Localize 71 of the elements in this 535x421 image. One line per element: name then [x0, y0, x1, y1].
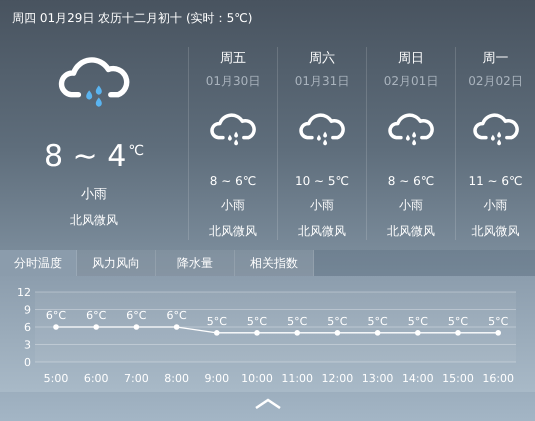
value-label: 6°C	[166, 309, 187, 322]
axis-label: 3	[24, 338, 31, 352]
axis-label: 13:00	[362, 372, 394, 385]
data-point	[53, 324, 59, 330]
value-label: 5°C	[287, 314, 308, 328]
value-label: 5°C	[206, 314, 227, 328]
day-date: 02月02日	[468, 73, 523, 90]
day-name: 周日	[398, 50, 424, 67]
temperature-range: 8 ~ 6℃	[210, 174, 256, 188]
data-point	[294, 330, 300, 336]
axis-label: 0	[24, 356, 31, 369]
data-point	[415, 330, 421, 336]
wind-text: 北风微风	[298, 223, 346, 240]
value-label: 6°C	[126, 309, 146, 322]
data-point	[134, 324, 140, 330]
axis-label: 9	[24, 304, 31, 316]
value-label: 6°C	[46, 309, 66, 322]
data-point	[495, 330, 501, 336]
data-point	[93, 324, 99, 330]
value-label: 6°C	[86, 309, 106, 322]
axis-label: 15:00	[442, 372, 474, 385]
tab[interactable]: 降水量	[156, 250, 235, 276]
data-point	[374, 330, 380, 336]
axis-label: 7:00	[124, 372, 149, 385]
data-point	[174, 324, 180, 330]
day-name: 周一	[482, 50, 508, 67]
data-point	[254, 330, 260, 336]
temperature-range: 8 ~ 4	[44, 142, 126, 172]
wind-text: 北风微风	[209, 223, 257, 240]
value-label: 5°C	[448, 314, 468, 328]
axis-label: 10:00	[241, 372, 273, 385]
data-point	[334, 330, 340, 336]
temperature-range: 8 ~ 6℃	[388, 174, 434, 188]
day-name: 周六	[309, 50, 335, 67]
value-label: 5°C	[408, 314, 428, 328]
axis-label: 12	[17, 286, 31, 299]
collapse-caret-icon[interactable]	[254, 398, 280, 409]
axis-label: 16:00	[482, 372, 514, 385]
weather-text: 小雨	[399, 197, 423, 214]
temperature-unit: ℃	[128, 144, 144, 158]
weather-text: 小雨	[221, 197, 245, 214]
tab[interactable]: 相关指数	[235, 250, 314, 276]
axis-label: 5:00	[44, 372, 68, 385]
tab[interactable]: 分时温度	[0, 250, 77, 276]
temperature-range: 11 ~ 6℃	[468, 174, 523, 188]
wind-text: 北风微风	[70, 212, 118, 230]
value-label: 5°C	[368, 314, 388, 328]
temperature-range: 10 ~ 5℃	[294, 174, 350, 188]
axis-label: 12:00	[322, 372, 354, 385]
axis-label: 6	[24, 321, 31, 334]
date-line: 周四 01月29日 农历十二月初十 (实时：5℃)	[12, 11, 252, 25]
day-date: 01月30日	[206, 73, 260, 90]
value-label: 5°C	[246, 314, 268, 328]
weather-text: 小雨	[484, 197, 508, 214]
axis-label: 9:00	[204, 372, 230, 385]
value-label: 5°C	[327, 314, 348, 328]
data-point	[214, 330, 220, 336]
data-point	[455, 330, 461, 336]
day-name: 周五	[220, 50, 246, 67]
day-date: 02月01日	[384, 73, 438, 90]
axis-label: 8:00	[164, 372, 189, 385]
tab[interactable]: 风力风向	[77, 250, 156, 276]
axis-label: 6:00	[84, 372, 109, 385]
axis-label: 11:00	[281, 372, 314, 385]
axis-label: 14:00	[402, 372, 434, 385]
weather-text: 小雨	[81, 186, 107, 204]
day-date: 01月31日	[294, 73, 350, 90]
value-label: 5°C	[488, 314, 508, 328]
weather-text: 小雨	[310, 197, 334, 214]
wind-text: 北风微风	[472, 223, 520, 240]
wind-text: 北风微风	[387, 223, 435, 240]
